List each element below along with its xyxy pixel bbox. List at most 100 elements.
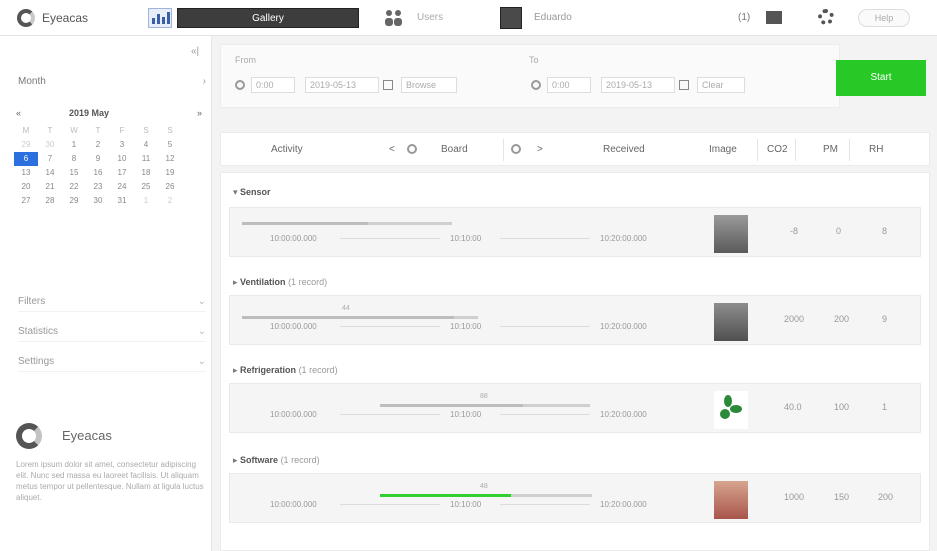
previous-button[interactable]: <: [389, 144, 395, 155]
column-header-pm[interactable]: PM: [823, 144, 838, 155]
to-date-input[interactable]: 2019-05-13: [601, 77, 675, 93]
snapshot-thumbnail[interactable]: [714, 215, 748, 253]
calendar-day[interactable]: 13: [14, 166, 38, 180]
search-icon[interactable]: [531, 80, 541, 90]
group-label[interactable]: ▸ Refrigeration (1 record): [233, 365, 338, 376]
eye-logo-icon[interactable]: [17, 9, 35, 27]
calendar-day[interactable]: 24: [110, 180, 134, 194]
calendar-day[interactable]: 8: [62, 152, 86, 166]
gear-icon[interactable]: [818, 9, 834, 25]
calendar-day[interactable]: 29: [62, 194, 86, 208]
time-mid: 10:10:00: [450, 322, 482, 331]
calendar-day[interactable]: 16: [86, 166, 110, 180]
calendar-day[interactable]: 15: [62, 166, 86, 180]
calendar-day[interactable]: 2: [86, 138, 110, 152]
next-button[interactable]: >: [537, 144, 543, 155]
calendar-day[interactable]: 19: [158, 166, 182, 180]
column-header-activity[interactable]: Activity: [271, 144, 303, 155]
calendar-day[interactable]: 30: [38, 138, 62, 152]
brand-name[interactable]: Eyeacas: [42, 9, 88, 27]
calendar-day[interactable]: 28: [38, 194, 62, 208]
calendar-day[interactable]: 29: [14, 138, 38, 152]
sidebar-item-settings[interactable]: Settings ⌄: [18, 352, 206, 372]
calendar-icon[interactable]: [383, 80, 393, 90]
table-row[interactable]: 48 10:00:00.000 10:10:00 10:20:00.000 10…: [229, 473, 921, 523]
calendar-day[interactable]: 10: [110, 152, 134, 166]
calendar-day[interactable]: 5: [158, 138, 182, 152]
help-button[interactable]: Help: [858, 9, 910, 27]
fan-icon[interactable]: [714, 391, 748, 429]
to-time-input[interactable]: 0:00: [547, 77, 591, 93]
divider: [795, 139, 796, 161]
snapshot-thumbnail[interactable]: [714, 481, 748, 519]
tab-gallery[interactable]: Gallery: [177, 8, 359, 28]
value-pm: 0: [836, 226, 842, 236]
progress-fill: [242, 222, 368, 225]
calendar-day[interactable]: 9: [86, 152, 110, 166]
mail-icon[interactable]: [766, 11, 782, 24]
calendar-day[interactable]: 23: [86, 180, 110, 194]
calendar-day[interactable]: 1: [134, 194, 158, 208]
group-count: (1 record): [298, 365, 338, 375]
list-header: Activity < Board > Received Image CO2 PM…: [220, 132, 930, 166]
calendar-day[interactable]: 2: [158, 194, 182, 208]
calendar-day[interactable]: 14: [38, 166, 62, 180]
time-mid: 10:10:00: [450, 234, 482, 243]
calendar-day[interactable]: 17: [110, 166, 134, 180]
users-link[interactable]: Users: [417, 9, 443, 27]
calendar-day[interactable]: 20: [14, 180, 38, 194]
calendar-icon[interactable]: [679, 80, 689, 90]
group-label[interactable]: ▸ Software (1 record): [233, 455, 320, 466]
search-icon[interactable]: [511, 144, 521, 154]
table-row[interactable]: 10:00:00.000 10:10:00 10:20:00.000 -8 0 …: [229, 207, 921, 257]
users-icon[interactable]: [385, 9, 403, 27]
calendar-day[interactable]: 6: [14, 152, 38, 166]
sidebar-item-statistics[interactable]: Statistics ⌄: [18, 322, 206, 342]
search-icon[interactable]: [407, 144, 417, 154]
from-time-input[interactable]: 0:00: [251, 77, 295, 93]
calendar-next-button[interactable]: »: [197, 108, 202, 118]
table-row[interactable]: 44 10:00:00.000 10:10:00 10:20:00.000 20…: [229, 295, 921, 345]
calendar-day[interactable]: 21: [38, 180, 62, 194]
collapse-sidebar-button[interactable]: «|: [191, 46, 199, 57]
calendar-day[interactable]: 18: [134, 166, 158, 180]
calendar-prev-button[interactable]: «: [16, 108, 21, 118]
group-count: (1 record): [288, 277, 328, 287]
divider: [503, 139, 504, 161]
search-icon[interactable]: [235, 80, 245, 90]
column-header-rh[interactable]: RH: [869, 144, 883, 155]
column-header-board[interactable]: Board: [441, 144, 468, 155]
browse-button[interactable]: Browse: [401, 77, 457, 93]
calendar-day[interactable]: 25: [134, 180, 158, 194]
calendar-title[interactable]: 2019 May: [69, 108, 109, 118]
calendar-day[interactable]: 4: [134, 138, 158, 152]
column-header-received[interactable]: Received: [603, 144, 645, 155]
table-row[interactable]: 88 10:00:00.000 10:10:00 10:20:00.000 40…: [229, 383, 921, 433]
filter-panel: From To 0:00 2019-05-13 Browse 0:00 2019…: [220, 44, 840, 108]
chart-icon[interactable]: [148, 8, 172, 28]
calendar-day[interactable]: 30: [86, 194, 110, 208]
snapshot-thumbnail[interactable]: [714, 303, 748, 341]
value-co2: 1000: [784, 492, 805, 502]
start-button[interactable]: Start: [836, 60, 926, 96]
calendar-day[interactable]: 12: [158, 152, 182, 166]
group-label[interactable]: ▾ Sensor: [233, 187, 271, 198]
calendar-day[interactable]: 31: [110, 194, 134, 208]
sidebar-item-filters[interactable]: Filters ⌄: [18, 292, 206, 312]
column-header-co2[interactable]: CO2: [767, 144, 788, 155]
calendar-weekday: T: [95, 126, 101, 135]
from-date-input[interactable]: 2019-05-13: [305, 77, 379, 93]
calendar-day[interactable]: 27: [14, 194, 38, 208]
clear-button[interactable]: Clear: [697, 77, 745, 93]
user-name[interactable]: Eduardo: [534, 9, 572, 27]
avatar[interactable]: [500, 7, 522, 29]
calendar-day[interactable]: 11: [134, 152, 158, 166]
calendar-day[interactable]: 22: [62, 180, 86, 194]
month-selector[interactable]: Month ›: [18, 76, 206, 92]
calendar-day[interactable]: 1: [62, 138, 86, 152]
column-header-image[interactable]: Image: [709, 144, 737, 155]
calendar-day[interactable]: 26: [158, 180, 182, 194]
group-label[interactable]: ▸ Ventilation (1 record): [233, 277, 327, 288]
calendar-day[interactable]: 7: [38, 152, 62, 166]
calendar-day[interactable]: 3: [110, 138, 134, 152]
